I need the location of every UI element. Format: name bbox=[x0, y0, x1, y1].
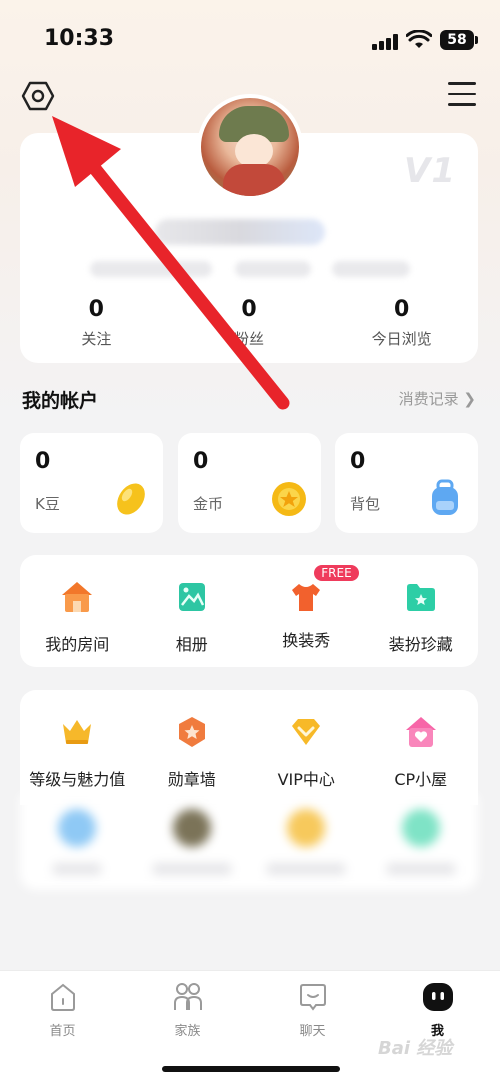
free-badge: FREE bbox=[314, 565, 359, 581]
stat-today-views[interactable]: 0 今日浏览 bbox=[325, 297, 478, 349]
outfit-collection-button[interactable]: 装扮珍藏 bbox=[364, 579, 479, 655]
menu-icon[interactable] bbox=[448, 82, 476, 108]
vip-diamond-icon bbox=[292, 719, 321, 745]
cp-house-button[interactable]: CP小屋 bbox=[364, 714, 479, 790]
gold-coin-card[interactable]: 0 金币 bbox=[178, 433, 321, 533]
chat-icon bbox=[299, 984, 326, 1011]
user-info-blurred bbox=[90, 261, 212, 277]
photo-album-icon bbox=[178, 583, 205, 611]
house-icon bbox=[62, 582, 93, 612]
home-icon bbox=[50, 983, 75, 1011]
bean-icon bbox=[117, 483, 145, 515]
feature-grid-2: 等级与魅力值 勋章墙 VIP中心 CP小屋 bbox=[20, 690, 478, 805]
vip-level-badge[interactable]: V1 bbox=[404, 151, 456, 191]
chevron-right-icon: ❯ bbox=[463, 390, 476, 408]
heart-house-icon bbox=[405, 717, 436, 747]
medal-icon bbox=[178, 717, 205, 747]
crown-icon bbox=[63, 720, 92, 744]
status-time: 10:33 bbox=[44, 26, 115, 51]
kbean-card[interactable]: 0 K豆 bbox=[20, 433, 163, 533]
avatar[interactable] bbox=[197, 94, 303, 200]
stat-following[interactable]: 0 关注 bbox=[20, 297, 173, 349]
coin-icon bbox=[272, 482, 306, 516]
medal-wall-button[interactable]: 勋章墙 bbox=[135, 714, 250, 790]
battery-indicator: 58 bbox=[440, 30, 478, 50]
home-indicator bbox=[162, 1066, 340, 1072]
user-info-blurred bbox=[235, 261, 311, 277]
dress-up-show-button[interactable]: FREE 换装秀 bbox=[249, 565, 364, 655]
spending-records-link[interactable]: 消费记录 ❯ bbox=[399, 388, 476, 409]
tab-me[interactable]: 我 bbox=[375, 971, 500, 1083]
status-bar: 10:33 58 bbox=[0, 0, 500, 80]
profile-stats: 0 关注 0 粉丝 0 今日浏览 bbox=[20, 297, 478, 349]
backpack-card[interactable]: 0 背包 bbox=[335, 433, 478, 533]
username-blurred bbox=[155, 219, 325, 245]
my-room-button[interactable]: 我的房间 bbox=[20, 579, 135, 655]
vip-center-button[interactable]: VIP中心 bbox=[249, 714, 364, 790]
blurred-feature-row bbox=[20, 795, 478, 890]
family-icon bbox=[173, 983, 202, 1010]
tab-home[interactable]: 首页 bbox=[0, 971, 125, 1083]
user-info-blurred bbox=[332, 261, 410, 277]
stat-fans[interactable]: 0 粉丝 bbox=[173, 297, 326, 349]
album-button[interactable]: 相册 bbox=[135, 579, 250, 655]
watermark: Bai 经验 bbox=[378, 1038, 453, 1059]
wifi-icon bbox=[406, 30, 432, 48]
account-section-title: 我的帐户 bbox=[22, 390, 99, 412]
me-icon bbox=[422, 983, 453, 1011]
folder-star-icon bbox=[406, 584, 435, 611]
shirt-icon bbox=[292, 584, 321, 611]
backpack-icon bbox=[432, 479, 458, 515]
level-charm-button[interactable]: 等级与魅力值 bbox=[20, 714, 135, 790]
feature-grid-1: 我的房间 相册 FREE 换装秀 装扮珍藏 bbox=[20, 555, 478, 667]
signal-icon bbox=[372, 34, 400, 50]
settings-icon[interactable] bbox=[20, 78, 56, 114]
